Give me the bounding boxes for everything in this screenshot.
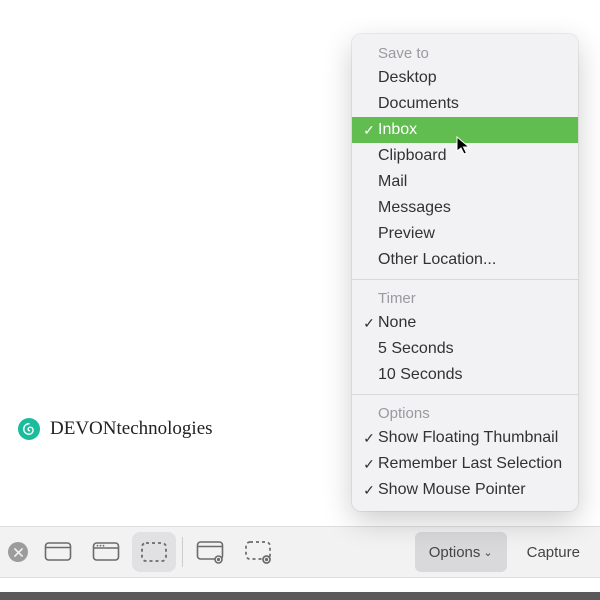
capture-button[interactable]: Capture: [513, 532, 594, 572]
menu-item-label: Desktop: [378, 69, 437, 87]
menu-item-label: Documents: [378, 95, 459, 113]
menu-item-label: 5 Seconds: [378, 340, 454, 358]
screenshot-toolbar: Options ⌄ Capture: [0, 526, 600, 578]
menu-item-clipboard[interactable]: Clipboard: [352, 143, 578, 169]
menu-item-timer-none[interactable]: ✓None: [352, 310, 578, 336]
menu-item-inbox[interactable]: ✓Inbox: [352, 117, 578, 143]
menu-separator: [352, 279, 578, 280]
footer-strip: [0, 592, 600, 600]
menu-group-options: Options: [352, 399, 578, 425]
menu-item-timer-5s[interactable]: 5 Seconds: [352, 336, 578, 362]
capture-button-label: Capture: [527, 544, 580, 561]
check-icon: ✓: [360, 483, 378, 497]
menu-group-save-to: Save to: [352, 39, 578, 65]
check-icon: ✓: [360, 457, 378, 471]
menu-item-label: Preview: [378, 225, 435, 243]
chevron-down-icon: ⌄: [483, 546, 492, 559]
menu-item-label: Show Mouse Pointer: [378, 481, 526, 499]
menu-item-remember-selection[interactable]: ✓Remember Last Selection: [352, 451, 578, 477]
brand-name: DEVONtechnologies: [50, 418, 213, 440]
record-selection-button[interactable]: [237, 532, 281, 572]
menu-item-label: Other Location...: [378, 251, 496, 269]
options-dropdown-button[interactable]: Options ⌄: [415, 532, 507, 572]
menu-item-label: 10 Seconds: [378, 366, 463, 384]
capture-entire-screen-button[interactable]: [36, 532, 80, 572]
toolbar-separator: [182, 537, 183, 567]
capture-window-button[interactable]: [84, 532, 128, 572]
check-icon: ✓: [360, 316, 378, 330]
capture-selection-button[interactable]: [132, 532, 176, 572]
menu-item-label: Show Floating Thumbnail: [378, 429, 558, 447]
check-icon: ✓: [360, 431, 378, 445]
menu-item-label: Messages: [378, 199, 451, 217]
menu-item-label: Remember Last Selection: [378, 455, 562, 473]
brand-swirl-icon: [18, 418, 40, 440]
menu-item-mail[interactable]: Mail: [352, 169, 578, 195]
options-menu: Save to Desktop Documents ✓Inbox Clipboa…: [352, 34, 578, 511]
menu-separator: [352, 394, 578, 395]
menu-item-preview[interactable]: Preview: [352, 221, 578, 247]
menu-item-floating-thumbnail[interactable]: ✓Show Floating Thumbnail: [352, 425, 578, 451]
menu-item-label: Mail: [378, 173, 407, 191]
menu-item-documents[interactable]: Documents: [352, 91, 578, 117]
close-toolbar-button[interactable]: [8, 542, 28, 562]
menu-group-timer: Timer: [352, 284, 578, 310]
options-button-label: Options: [429, 544, 481, 561]
record-screen-button[interactable]: [189, 532, 233, 572]
menu-item-label: Clipboard: [378, 147, 446, 165]
menu-item-timer-10s[interactable]: 10 Seconds: [352, 362, 578, 388]
menu-item-show-mouse-pointer[interactable]: ✓Show Mouse Pointer: [352, 477, 578, 503]
menu-item-messages[interactable]: Messages: [352, 195, 578, 221]
menu-item-desktop[interactable]: Desktop: [352, 65, 578, 91]
menu-item-label: None: [378, 314, 416, 332]
brand-block: DEVONtechnologies: [18, 418, 213, 440]
menu-item-label: Inbox: [378, 121, 417, 139]
check-icon: ✓: [360, 123, 378, 137]
menu-item-other-location[interactable]: Other Location...: [352, 247, 578, 273]
